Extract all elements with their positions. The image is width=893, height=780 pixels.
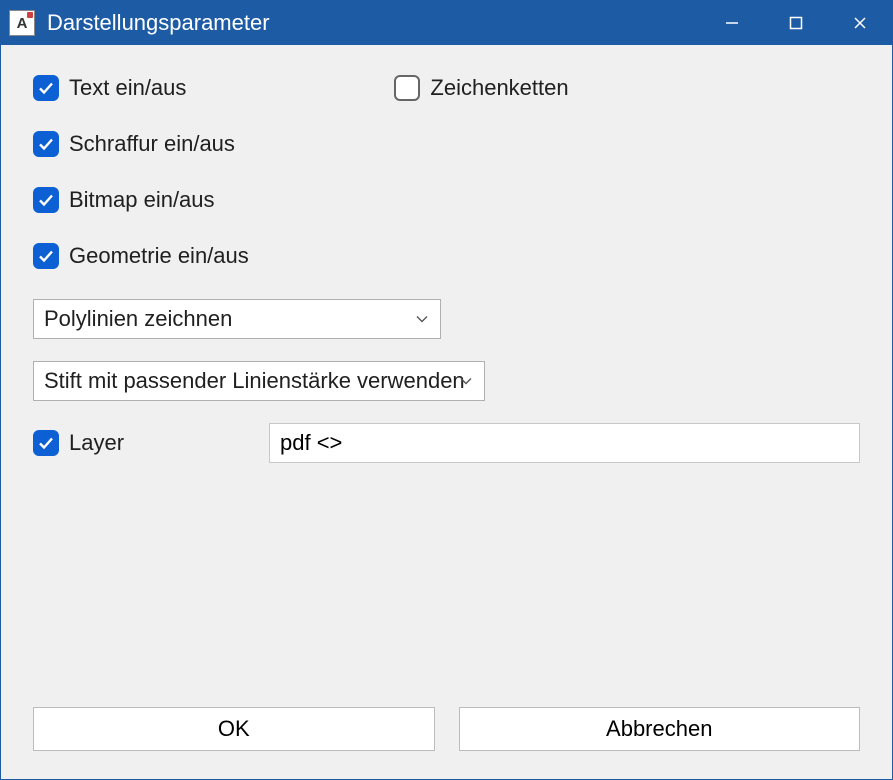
checkbox-schraffur[interactable]: Schraffur ein/aus: [33, 131, 235, 157]
ok-button[interactable]: OK: [33, 707, 435, 751]
app-icon: A: [9, 10, 35, 36]
window-title: Darstellungsparameter: [47, 10, 700, 36]
combo-polylinien-value: Polylinien zeichnen: [44, 306, 232, 332]
maximize-button[interactable]: [764, 1, 828, 45]
minimize-button[interactable]: [700, 1, 764, 45]
cancel-button[interactable]: Abbrechen: [459, 707, 861, 751]
dialog-window: A Darstellungsparameter Tex: [0, 0, 893, 780]
combo-stift-value: Stift mit passender Linienstärke verwend…: [44, 368, 465, 394]
checkbox-zeichenketten-label: Zeichenketten: [430, 75, 568, 101]
checkbox-zeichenketten[interactable]: Zeichenketten: [394, 75, 568, 101]
row-layer: Layer: [33, 423, 860, 463]
checkbox-geometrie-label: Geometrie ein/aus: [69, 243, 249, 269]
combo-stift[interactable]: Stift mit passender Linienstärke verwend…: [33, 361, 485, 401]
minimize-icon: [725, 16, 739, 30]
titlebar: A Darstellungsparameter: [1, 1, 892, 45]
cancel-button-label: Abbrechen: [606, 716, 712, 742]
checkbox-layer[interactable]: Layer: [33, 430, 124, 456]
form-area: Text ein/aus Zeichenketten Schraffur ein…: [33, 75, 860, 707]
checkmark-icon: [38, 80, 54, 96]
row-schraffur: Schraffur ein/aus: [33, 131, 860, 157]
ok-button-label: OK: [218, 716, 250, 742]
maximize-icon: [789, 16, 803, 30]
checkbox-text-box: [33, 75, 59, 101]
checkbox-bitmap-box: [33, 187, 59, 213]
checkbox-bitmap[interactable]: Bitmap ein/aus: [33, 187, 215, 213]
row-bitmap: Bitmap ein/aus: [33, 187, 860, 213]
layer-input[interactable]: [269, 423, 860, 463]
row-polylinien-combo: Polylinien zeichnen: [33, 299, 860, 339]
checkmark-icon: [38, 248, 54, 264]
checkmark-icon: [38, 435, 54, 451]
app-icon-letter: A: [17, 15, 28, 32]
combo-polylinien[interactable]: Polylinien zeichnen: [33, 299, 441, 339]
checkbox-schraffur-box: [33, 131, 59, 157]
chevron-down-icon: [460, 375, 472, 387]
close-button[interactable]: [828, 1, 892, 45]
row-geometrie: Geometrie ein/aus: [33, 243, 860, 269]
checkmark-icon: [38, 136, 54, 152]
checkmark-icon: [38, 192, 54, 208]
row-stift-combo: Stift mit passender Linienstärke verwend…: [33, 361, 860, 401]
checkbox-layer-label: Layer: [69, 430, 124, 456]
checkbox-text[interactable]: Text ein/aus: [33, 75, 186, 101]
checkbox-schraffur-label: Schraffur ein/aus: [69, 131, 235, 157]
checkbox-text-label: Text ein/aus: [69, 75, 186, 101]
chevron-down-icon: [416, 313, 428, 325]
window-controls: [700, 1, 892, 45]
checkbox-layer-box: [33, 430, 59, 456]
client-area: Text ein/aus Zeichenketten Schraffur ein…: [1, 45, 892, 779]
close-icon: [853, 16, 867, 30]
checkbox-geometrie-box: [33, 243, 59, 269]
button-bar: OK Abbrechen: [33, 707, 860, 751]
row-text-zeichenketten: Text ein/aus Zeichenketten: [33, 75, 860, 101]
checkbox-zeichenketten-box: [394, 75, 420, 101]
checkbox-geometrie[interactable]: Geometrie ein/aus: [33, 243, 249, 269]
checkbox-bitmap-label: Bitmap ein/aus: [69, 187, 215, 213]
